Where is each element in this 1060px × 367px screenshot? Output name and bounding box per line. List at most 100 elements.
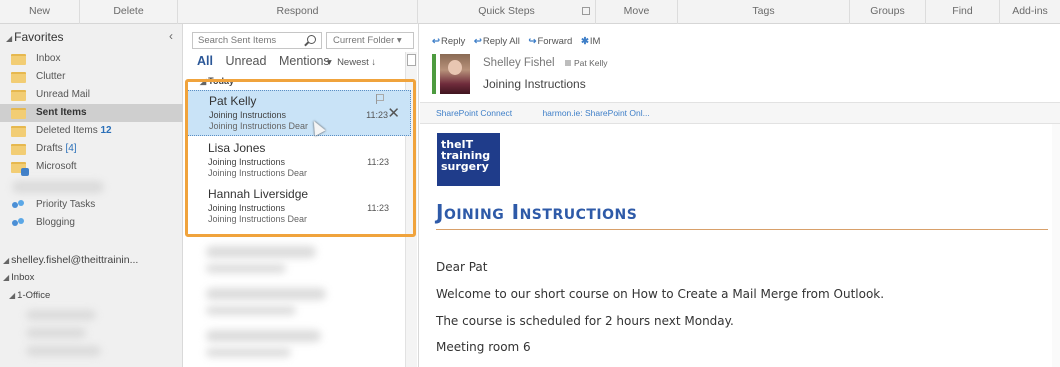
group-priority-tasks[interactable]: Priority Tasks	[0, 196, 183, 214]
blurred-folder	[12, 181, 104, 193]
ribbon-group-add-ins: Add-ins	[1012, 5, 1048, 17]
collapse-triangle-icon: ◢	[3, 273, 10, 282]
filter-mentions[interactable]: Mentions	[279, 54, 330, 68]
blurred-folder	[26, 310, 96, 320]
ribbon-group-delete: Delete	[80, 0, 178, 24]
draft-count: [4]	[65, 143, 77, 154]
ribbon-group-labels: New Delete Respond Quick Steps Move Tags…	[0, 0, 1060, 24]
folder-unread-mail[interactable]: Unread Mail	[0, 86, 183, 104]
sender-avatar[interactable]	[440, 54, 470, 94]
message-subject: Joining Instructions	[208, 157, 286, 167]
folder-drafts[interactable]: Drafts [4]	[0, 140, 183, 158]
collapse-triangle-icon: ◢	[200, 77, 207, 86]
message-preview: Joining Instructions Dear	[209, 121, 309, 131]
unread-count: 12	[100, 125, 112, 136]
message-time: 11:23	[366, 110, 388, 120]
collapse-pane-icon[interactable]: ‹	[169, 29, 173, 43]
blurred-message	[206, 246, 316, 258]
body-paragraph: Meeting room 6	[436, 340, 531, 354]
folder-icon	[11, 90, 26, 101]
folder-sent-items[interactable]: Sent Items	[0, 104, 183, 122]
subfolder-1-office[interactable]: ◢ 1-Office	[9, 290, 50, 301]
message-subject: Joining Instructions	[209, 110, 287, 120]
sort-arrow-icon: ↓	[371, 57, 377, 68]
reply-button[interactable]: ↩Reply	[432, 36, 465, 47]
im-button[interactable]: ✱IM	[581, 36, 601, 47]
search-icon[interactable]	[307, 35, 316, 44]
sender-name[interactable]: Shelley Fishel	[483, 57, 555, 69]
ribbon-group-quick-steps: Quick Steps	[418, 0, 596, 24]
message-preview: Joining Instructions Dear	[208, 214, 308, 224]
forward-button[interactable]: ↪Forward	[528, 36, 572, 47]
harmonie-link[interactable]: harmon.ie: SharePoint Onl...	[542, 108, 649, 118]
reply-all-icon: ↩	[473, 36, 482, 47]
contact-icon	[565, 60, 571, 66]
filter-bar: All Unread Mentions	[197, 54, 339, 68]
body-paragraph: The course is scheduled for 2 hours next…	[436, 314, 734, 328]
ribbon-group-groups: Groups	[850, 0, 926, 24]
scroll-up-icon[interactable]	[407, 54, 416, 66]
blurred-message	[206, 330, 321, 342]
folder-pane: ◢ Favorites ‹ Inbox Clutter Unread Mail S…	[0, 24, 183, 367]
folder-inbox[interactable]: Inbox	[0, 50, 183, 68]
folder-icon	[11, 126, 26, 137]
search-input[interactable]: Search Sent Items	[198, 35, 276, 46]
addin-bar: SharePoint Connect harmon.ie: SharePoint…	[420, 102, 1060, 124]
search-scope-dropdown[interactable]: Current Folder ▾	[326, 32, 414, 49]
collapse-triangle-icon: ◢	[9, 291, 16, 300]
ribbon-group-find: Find	[926, 0, 1000, 24]
flag-icon[interactable]	[376, 94, 384, 104]
delete-icon[interactable]: ✕	[387, 106, 400, 121]
message-list: Search Sent Items Current Folder ▾ All U…	[184, 24, 419, 367]
message-row[interactable]: Hannah Liversidge Joining Instructions J…	[186, 184, 411, 230]
im-icon: ✱	[580, 36, 589, 47]
reply-icon: ↩	[432, 36, 440, 47]
sort-dropdown[interactable]: ▾ Newest ↓	[327, 57, 376, 68]
blurred-folder	[26, 346, 101, 356]
folder-microsoft[interactable]: Microsoft	[0, 158, 183, 176]
group-blogging[interactable]: Blogging	[0, 214, 183, 232]
favorites-header[interactable]: ◢ Favorites	[6, 30, 64, 44]
message-sender: Lisa Jones	[208, 141, 266, 155]
chevron-down-icon: ▾	[327, 57, 332, 68]
blurred-message	[206, 306, 296, 315]
message-row[interactable]: Lisa Jones Joining Instructions Joining …	[186, 138, 411, 184]
blurred-message	[206, 348, 291, 357]
message-subject: Joining Instructions	[208, 203, 286, 213]
collapse-triangle-icon: ◢	[6, 34, 13, 43]
folder-clutter[interactable]: Clutter	[0, 68, 183, 86]
filter-all[interactable]: All	[197, 54, 213, 68]
sharepoint-connect-link[interactable]: SharePoint Connect	[436, 108, 512, 118]
email-title: Joining Instructions	[436, 200, 638, 224]
ribbon-group-move: Move	[596, 0, 678, 24]
group-header-today[interactable]: ◢ Today	[200, 76, 234, 86]
search-box[interactable]: Search Sent Items	[192, 32, 322, 49]
quick-steps-launcher-icon[interactable]	[582, 7, 590, 15]
collapse-triangle-icon: ◢	[3, 256, 10, 265]
message-time: 11:23	[367, 157, 389, 167]
group-icon	[11, 217, 26, 228]
ribbon-group-new: New	[0, 0, 80, 24]
group-icon	[11, 199, 26, 210]
recipient-chip[interactable]: Pat Kelly	[565, 58, 608, 68]
blurred-message	[206, 288, 326, 300]
filter-unread[interactable]: Unread	[225, 54, 266, 68]
shared-folder-icon	[11, 162, 29, 176]
reply-all-button[interactable]: ↩Reply All	[474, 36, 520, 47]
ribbon-group-tags: Tags	[678, 0, 850, 24]
folder-icon	[11, 72, 26, 83]
account-inbox[interactable]: ◢ Inbox	[3, 272, 34, 283]
ribbon-group-respond: Respond	[178, 0, 418, 24]
message-row[interactable]: Pat Kelly Joining Instructions Joining I…	[186, 90, 411, 136]
message-subject-header: Joining Instructions	[483, 77, 586, 91]
account-header[interactable]: ◢ shelley.fishel@theittrainin...	[3, 254, 138, 266]
company-logo: theIT training surgery	[437, 133, 500, 186]
reading-pane: ↩Reply ↩Reply All ↪Forward ✱IM Shelley F…	[420, 24, 1060, 367]
response-actions: ↩Reply ↩Reply All ↪Forward ✱IM	[432, 36, 606, 47]
message-sender: Pat Kelly	[209, 94, 257, 108]
forward-icon: ↪	[528, 36, 537, 47]
reading-scrollbar[interactable]	[1052, 124, 1060, 367]
folder-deleted-items[interactable]: Deleted Items 12	[0, 122, 183, 140]
message-sender: Hannah Liversidge	[208, 187, 309, 201]
mouse-cursor-icon	[308, 118, 326, 136]
